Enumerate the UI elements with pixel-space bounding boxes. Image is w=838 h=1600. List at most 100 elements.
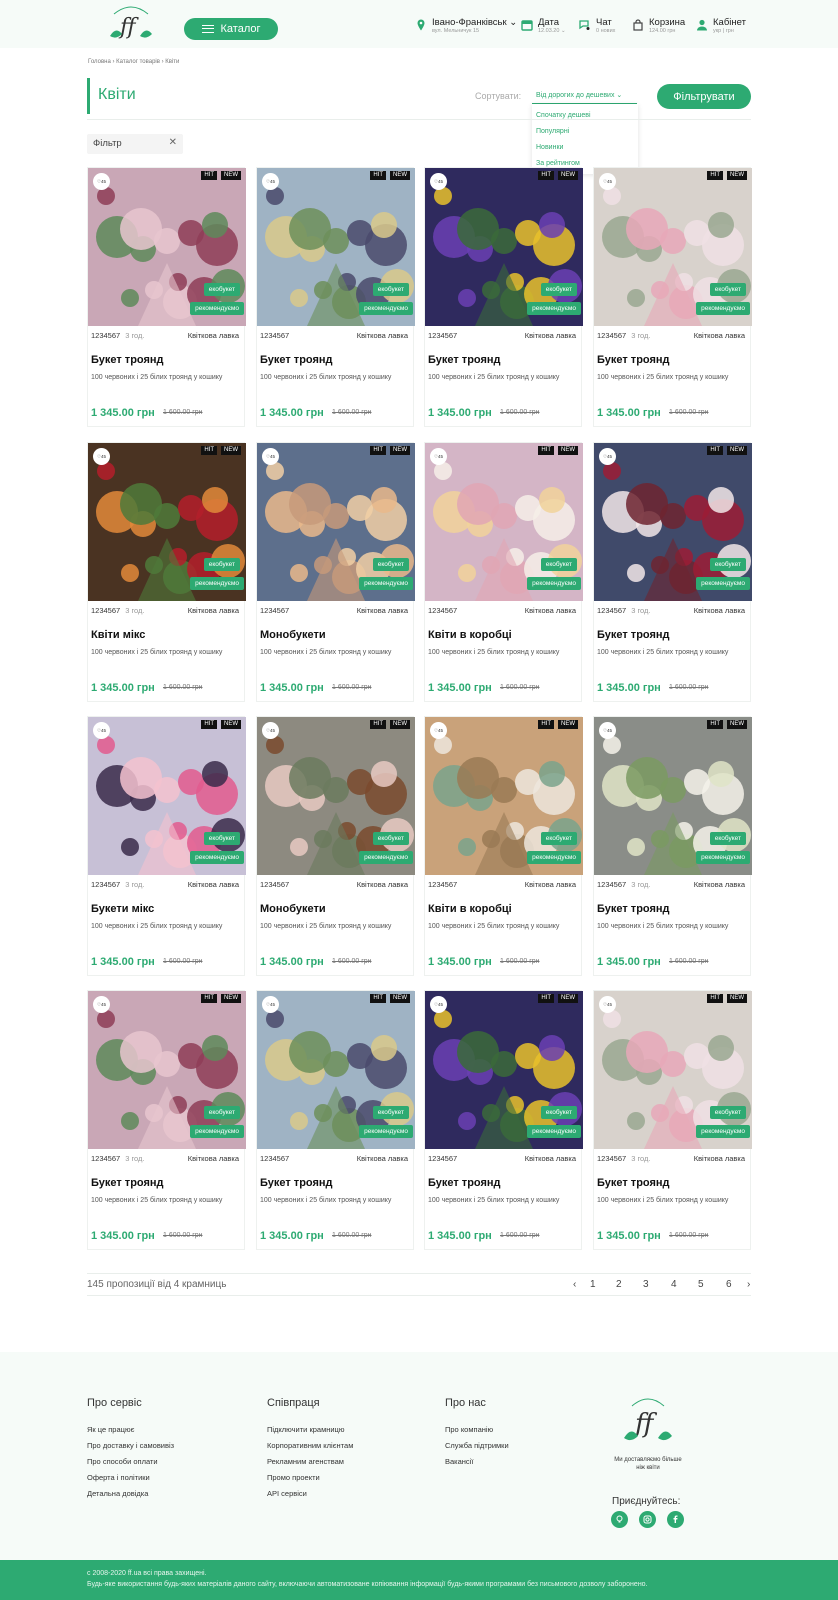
product-name[interactable]: Букет троянд [597, 629, 670, 641]
close-icon[interactable]: ✕ [169, 137, 177, 148]
heart-icon[interactable]: ♡ 45 [262, 722, 279, 739]
breadcrumb[interactable]: Головна › Каталог товарів › Квіти [88, 59, 179, 65]
page-link[interactable]: 1 [590, 1279, 596, 1290]
active-filter-chip[interactable]: Фільтр ✕ [87, 134, 183, 154]
product-card[interactable]: ♡ 45 HIT NEW екобукет рекомендуємо 123456… [593, 716, 752, 976]
sort-option[interactable]: Новинки [536, 144, 563, 151]
sort-option[interactable]: За рейтингом [536, 160, 580, 167]
product-card[interactable]: ♡ 45 HIT NEW екобукет рекомендуємо 123456… [87, 442, 246, 702]
heart-icon[interactable]: ♡ 45 [430, 448, 447, 465]
product-name[interactable]: Букет троянд [260, 354, 333, 366]
heart-icon[interactable]: ♡ 45 [599, 173, 616, 190]
shop-name[interactable]: Квіткова лавка [694, 606, 745, 615]
shop-name[interactable]: Квіткова лавка [357, 606, 408, 615]
product-card[interactable]: ♡ 45 HIT NEW екобукет рекомендуємо 123456… [593, 167, 752, 427]
product-name[interactable]: Квіти в коробці [428, 903, 512, 915]
sort-option[interactable]: Спочатку дешеві [536, 112, 591, 119]
footer-link[interactable]: Підключити крамницю [267, 1425, 344, 1434]
product-name[interactable]: Букет троянд [91, 354, 164, 366]
page-link[interactable]: 6 [726, 1279, 732, 1290]
instagram-icon[interactable] [639, 1511, 656, 1528]
catalog-button[interactable]: Каталог [184, 18, 278, 40]
sort-select[interactable]: Від дорогих до дешевих ⌄ [532, 86, 637, 104]
page-link[interactable]: 5 [698, 1279, 704, 1290]
shop-name[interactable]: Квіткова лавка [188, 1154, 239, 1163]
footer-link[interactable]: Вакансії [445, 1457, 473, 1466]
footer-logo[interactable]: ff [622, 1392, 674, 1452]
sort-option[interactable]: Популярні [536, 128, 569, 135]
heart-icon[interactable]: ♡ 45 [93, 722, 110, 739]
product-card[interactable]: ♡ 45 HIT NEW екобукет рекомендуємо 123456… [256, 990, 415, 1250]
product-card[interactable]: ♡ 45 HIT NEW екобукет рекомендуємо 123456… [256, 442, 415, 702]
shop-name[interactable]: Квіткова лавка [357, 331, 408, 340]
product-card[interactable]: ♡ 45 HIT NEW екобукет рекомендуємо 123456… [87, 716, 246, 976]
product-card[interactable]: ♡ 45 HIT NEW екобукет рекомендуємо 123456… [87, 990, 246, 1250]
cart-link[interactable]: Корзина 124.00 грн [632, 17, 685, 35]
shop-name[interactable]: Квіткова лавка [694, 1154, 745, 1163]
shop-name[interactable]: Квіткова лавка [357, 880, 408, 889]
heart-icon[interactable]: ♡ 45 [93, 996, 110, 1013]
footer-link[interactable]: Про компанію [445, 1425, 493, 1434]
heart-icon[interactable]: ♡ 45 [430, 173, 447, 190]
pagination-next[interactable]: › [747, 1279, 750, 1290]
heart-icon[interactable]: ♡ 45 [93, 448, 110, 465]
city-selector[interactable]: Івано-Франківськ ⌄ вул. Мельничук 15 [415, 17, 517, 35]
product-card[interactable]: ♡ 45 HIT NEW екобукет рекомендуємо 123456… [256, 167, 415, 427]
heart-icon[interactable]: ♡ 45 [262, 448, 279, 465]
heart-icon[interactable]: ♡ 45 [262, 996, 279, 1013]
product-name[interactable]: Монобукети [260, 629, 326, 641]
product-card[interactable]: ♡ 45 HIT NEW екобукет рекомендуємо 123456… [593, 990, 752, 1250]
footer-link[interactable]: Як це працює [87, 1425, 134, 1434]
product-name[interactable]: Букет троянд [597, 903, 670, 915]
footer-link[interactable]: Служба підтримки [445, 1441, 509, 1450]
product-name[interactable]: Букет троянд [597, 1177, 670, 1189]
footer-link[interactable]: Оферта і політики [87, 1473, 150, 1482]
product-card[interactable]: ♡ 45 HIT NEW екобукет рекомендуємо 123456… [87, 167, 246, 427]
footer-link[interactable]: Про доставку і самовивіз [87, 1441, 174, 1450]
pagination-prev[interactable]: ‹ [573, 1279, 576, 1290]
heart-icon[interactable]: ♡ 45 [599, 722, 616, 739]
product-card[interactable]: ♡ 45 HIT NEW екобукет рекомендуємо 123456… [424, 442, 583, 702]
shop-name[interactable]: Квіткова лавка [525, 331, 576, 340]
product-card[interactable]: ♡ 45 HIT NEW екобукет рекомендуємо 123456… [424, 990, 583, 1250]
heart-icon[interactable]: ♡ 45 [599, 448, 616, 465]
page-link[interactable]: 4 [671, 1279, 677, 1290]
shop-name[interactable]: Квіткова лавка [357, 1154, 408, 1163]
shop-name[interactable]: Квіткова лавка [188, 606, 239, 615]
heart-icon[interactable]: ♡ 45 [599, 996, 616, 1013]
product-name[interactable]: Букет троянд [428, 354, 501, 366]
date-selector[interactable]: Дата 12.03.20 ⌄ [521, 17, 566, 35]
account-link[interactable]: Кабінет укр | грн [696, 17, 746, 35]
shop-name[interactable]: Квіткова лавка [694, 880, 745, 889]
shop-name[interactable]: Квіткова лавка [188, 880, 239, 889]
product-card[interactable]: ♡ 45 HIT NEW екобукет рекомендуємо 123456… [256, 716, 415, 976]
heart-icon[interactable]: ♡ 45 [93, 173, 110, 190]
product-name[interactable]: Букет троянд [91, 1177, 164, 1189]
footer-link[interactable]: Корпоративним клієнтам [267, 1441, 353, 1450]
heart-icon[interactable]: ♡ 45 [262, 173, 279, 190]
shop-name[interactable]: Квіткова лавка [525, 880, 576, 889]
footer-link[interactable]: Про способи оплати [87, 1457, 158, 1466]
chat-link[interactable]: Чат 0 нових [579, 17, 615, 35]
shop-name[interactable]: Квіткова лавка [694, 331, 745, 340]
footer-link[interactable]: Детальна довідка [87, 1489, 148, 1498]
product-name[interactable]: Монобукети [260, 903, 326, 915]
logo[interactable]: ff [106, 2, 156, 46]
product-name[interactable]: Букети мікс [91, 903, 154, 915]
product-card[interactable]: ♡ 45 HIT NEW екобукет рекомендуємо 123456… [424, 167, 583, 427]
facebook-icon[interactable] [667, 1511, 684, 1528]
shop-name[interactable]: Квіткова лавка [188, 331, 239, 340]
footer-link[interactable]: API сервіси [267, 1489, 307, 1498]
product-name[interactable]: Квіти мікс [91, 629, 145, 641]
heart-icon[interactable]: ♡ 45 [430, 996, 447, 1013]
product-card[interactable]: ♡ 45 HIT NEW екобукет рекомендуємо 123456… [424, 716, 583, 976]
page-link[interactable]: 3 [643, 1279, 649, 1290]
footer-link[interactable]: Промо проекти [267, 1473, 320, 1482]
page-link[interactable]: 2 [616, 1279, 622, 1290]
shop-name[interactable]: Квіткова лавка [525, 1154, 576, 1163]
product-name[interactable]: Букет троянд [597, 354, 670, 366]
filter-button[interactable]: Фільтрувати [657, 84, 751, 109]
product-card[interactable]: ♡ 45 HIT NEW екобукет рекомендуємо 123456… [593, 442, 752, 702]
footer-link[interactable]: Рекламним агенствам [267, 1457, 344, 1466]
product-name[interactable]: Букет троянд [428, 1177, 501, 1189]
